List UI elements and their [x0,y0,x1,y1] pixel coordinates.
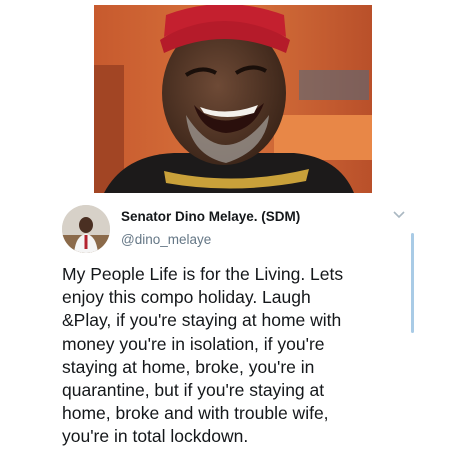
scrollbar[interactable] [411,233,414,333]
attached-photo[interactable] [94,5,372,193]
chevron-down-icon[interactable] [392,210,406,220]
user-handle[interactable]: @dino_melaye [121,232,211,247]
avatar[interactable] [62,205,110,253]
tweet-text: My People Life is for the Living. Lets e… [62,264,344,447]
display-name[interactable]: Senator Dino Melaye. (SDM) [121,209,300,224]
